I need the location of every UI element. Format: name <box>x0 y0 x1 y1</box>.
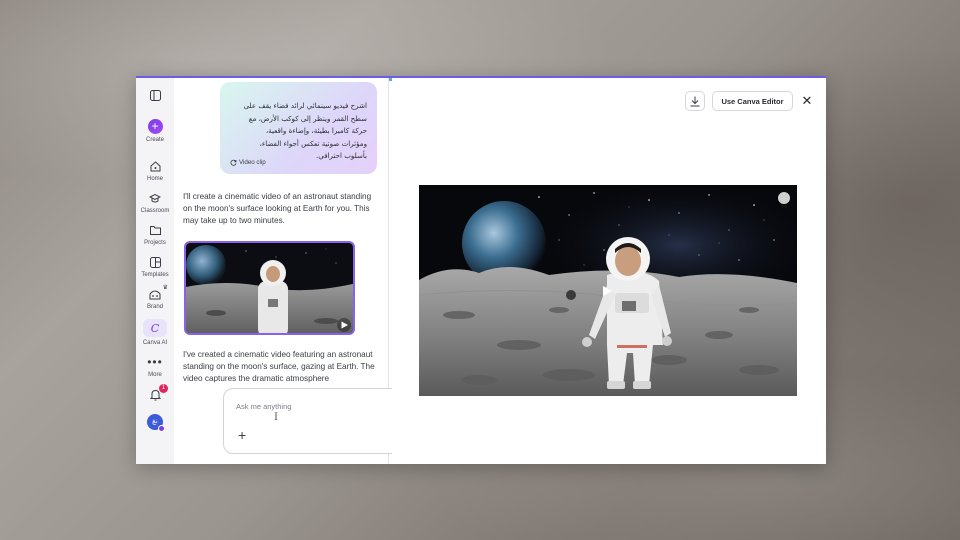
notification-badge: 1 <box>159 384 168 393</box>
video-thumbnail[interactable] <box>184 241 355 335</box>
canva-ai-icon: C <box>143 319 167 337</box>
download-icon <box>690 96 700 106</box>
folder-icon <box>148 223 162 237</box>
plus-icon: + <box>147 119 163 134</box>
video-clip-tag: Video clip <box>230 159 266 166</box>
avatar: نغ <box>147 414 165 432</box>
prompt-line: ومؤثرات صوتية تعكس أجواء الفضاء، <box>259 138 367 148</box>
sidebar-item-label: Classroom <box>140 208 170 214</box>
preview-panel: Use Canva Editor ✕ <box>392 78 826 464</box>
home-icon <box>148 159 162 173</box>
chat-input-box[interactable]: Ask me anything I + <box>223 388 416 454</box>
chat-panel: اشرح فيديو سينمائي لرائد فضاء يقف على سط… <box>174 78 426 464</box>
download-button[interactable] <box>685 91 705 111</box>
crown-icon: ♛ <box>162 285 168 291</box>
sidebar-item-projects[interactable]: Projects <box>136 223 174 246</box>
prompt-line: سطح القمر وينظر إلى كوكب الأرض، مع <box>248 113 367 123</box>
notifications-button[interactable]: 1 <box>136 384 174 402</box>
sidebar-item-canva-ai[interactable]: C Canva AI <box>136 319 174 346</box>
sidebar-item-create[interactable]: + Create <box>136 119 174 143</box>
chat-input[interactable]: Ask me anything <box>236 402 291 411</box>
sidebar-item-home[interactable]: Home <box>136 159 174 182</box>
avatar-initials: نغ <box>152 418 158 425</box>
sidebar-item-label: Canva AI <box>142 340 168 346</box>
clip-tag-label: Video clip <box>239 159 266 166</box>
sidebar-item-brand[interactable]: ♛ Brand <box>136 285 174 310</box>
use-canva-editor-button[interactable]: Use Canva Editor <box>712 91 793 111</box>
canva-ai-window: + Create Home Classroom Projects Templat… <box>136 76 826 464</box>
text-cursor-icon: I <box>274 412 278 423</box>
prompt-line: اشرح فيديو سينمائي لرائد فضاء يقف على <box>243 101 367 110</box>
add-attachment-button[interactable]: + <box>238 427 246 443</box>
user-prompt-text: اشرح فيديو سينمائي لرائد فضاء يقف على سط… <box>230 100 367 163</box>
sidebar-item-label: More <box>148 372 162 378</box>
prompt-line: حركة كاميرا بطيئة، وإضاءة واقعية، <box>265 126 367 135</box>
refresh-icon <box>230 159 237 166</box>
more-dots-icon: ••• <box>147 355 163 369</box>
play-icon <box>337 318 351 332</box>
graduation-cap-icon <box>148 191 162 205</box>
left-sidebar: + Create Home Classroom Projects Templat… <box>136 78 174 464</box>
assistant-message-2: I've created a cinematic video featuring… <box>183 350 375 383</box>
account-button[interactable]: نغ <box>136 414 174 432</box>
toggle-sidebar-button[interactable] <box>136 88 174 102</box>
sidebar-toggle-icon <box>148 88 162 102</box>
close-icon[interactable]: ✕ <box>798 92 816 110</box>
sidebar-item-label: Templates <box>141 272 169 278</box>
sidebar-item-label: Home <box>146 176 163 182</box>
templates-icon <box>148 255 162 269</box>
sidebar-item-label: Projects <box>144 240 166 246</box>
sidebar-item-label: Create <box>145 137 164 143</box>
sidebar-item-classroom[interactable]: Classroom <box>136 191 174 214</box>
sidebar-item-templates[interactable]: Templates <box>136 255 174 278</box>
sidebar-item-label: Brand <box>146 304 163 310</box>
avatar-status-dot <box>158 425 165 432</box>
sidebar-item-more[interactable]: ••• More <box>136 355 174 378</box>
video-player[interactable] <box>419 185 797 396</box>
brand-icon <box>148 287 162 301</box>
user-message-bubble: اشرح فيديو سينمائي لرائد فضاء يقف على سط… <box>220 82 377 174</box>
assistant-message-1: I'll create a cinematic video of an astr… <box>183 192 372 225</box>
